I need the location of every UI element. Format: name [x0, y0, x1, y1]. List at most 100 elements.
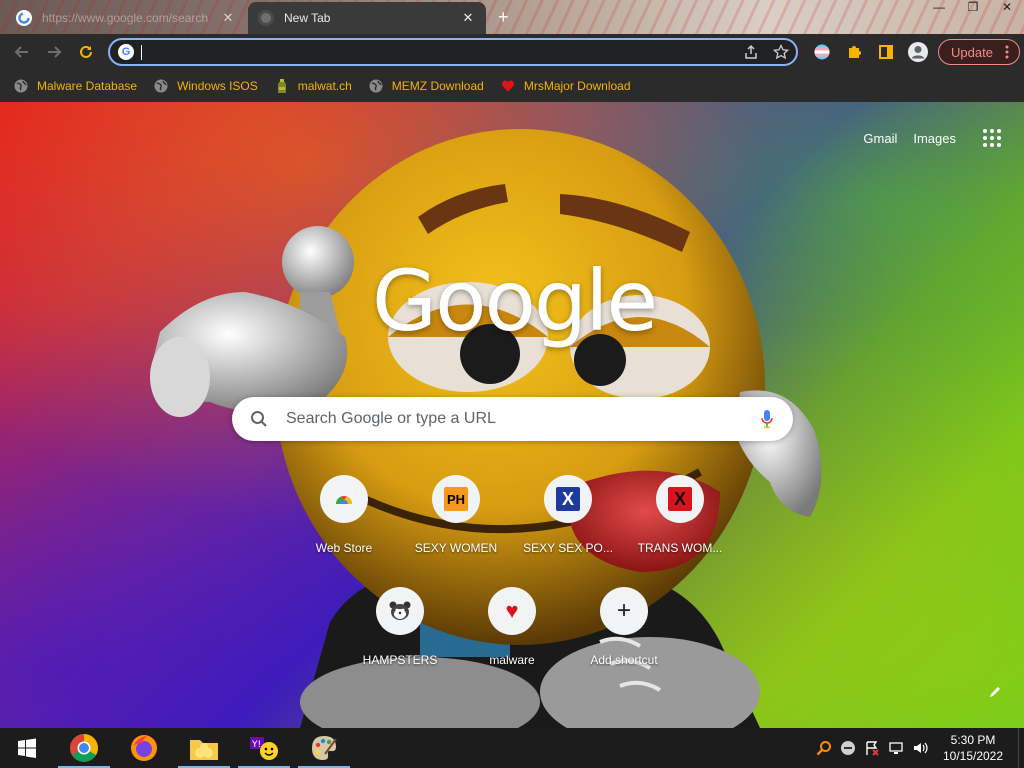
x-blue-icon: X: [544, 475, 592, 523]
shortcut-sexy-women[interactable]: PH SEXY WOMEN: [400, 475, 512, 587]
start-button[interactable]: [0, 728, 54, 768]
puzzle-icon: [849, 46, 861, 58]
extensions-button[interactable]: [838, 38, 870, 66]
customize-button[interactable]: [988, 685, 1002, 704]
bookmark-windows-isos[interactable]: Windows ISOS: [154, 79, 258, 93]
forward-button[interactable]: [38, 36, 70, 68]
search-tray-icon[interactable]: [812, 728, 836, 768]
shortcut-label: malware: [489, 653, 535, 667]
network-icon[interactable]: [884, 728, 908, 768]
google-g-icon: G: [118, 44, 134, 60]
taskbar-file-explorer[interactable]: [174, 728, 234, 768]
bookmark-memz-download[interactable]: MEMZ Download: [369, 79, 484, 93]
google-logo: Google: [372, 252, 658, 350]
share-icon: [745, 44, 757, 59]
microphone-icon[interactable]: [741, 409, 793, 429]
bookmark-label: MrsMajor Download: [523, 79, 631, 93]
shortcut-web-store[interactable]: Web Store: [288, 475, 400, 587]
tab-title: New Tab: [284, 11, 331, 25]
taskbar-firefox[interactable]: [114, 728, 174, 768]
tab-title: https://www.google.com/search: [42, 11, 209, 25]
taskbar-paint[interactable]: [294, 728, 354, 768]
back-button[interactable]: [6, 36, 38, 68]
x-red-icon: X: [656, 475, 704, 523]
arrow-left-icon: [14, 46, 28, 58]
tab-close-icon[interactable]: ✕: [220, 10, 236, 26]
bookmark-mrsmajor-download[interactable]: MrsMajor Download: [501, 79, 631, 93]
paint-icon: [312, 736, 337, 760]
shortcut-malware[interactable]: ♥ malware: [456, 587, 568, 699]
tab-new-tab[interactable]: New Tab ✕: [248, 2, 486, 34]
system-tray: 5:30 PM 10/15/2022: [812, 728, 1024, 768]
hamster-icon: [376, 587, 424, 635]
search-icon: [232, 410, 286, 428]
tab-google-search[interactable]: https://www.google.com/search ✕: [6, 2, 246, 34]
tab-strip: https://www.google.com/search ✕ New Tab …: [0, 0, 1024, 34]
text-caret: [141, 45, 142, 60]
add-shortcut-button[interactable]: + Add shortcut: [568, 587, 680, 699]
omnibox-input[interactable]: [144, 41, 736, 63]
tab-close-icon[interactable]: ✕: [460, 10, 476, 26]
globe-icon: [369, 79, 383, 93]
bookmark-malware-database[interactable]: Malware Database: [14, 79, 137, 93]
close-window-button[interactable]: ✕: [990, 0, 1024, 16]
show-desktop-button[interactable]: [1018, 728, 1024, 768]
update-button[interactable]: Update: [938, 39, 1020, 65]
new-tab-page: Gmail Images Google Web Store PH SEXY WO…: [0, 102, 1024, 728]
minus-circle-icon[interactable]: [836, 728, 860, 768]
pencil-icon: [990, 687, 1000, 697]
shortcut-hampsters[interactable]: HAMPSTERS: [344, 587, 456, 699]
heart-icon: [501, 79, 515, 93]
file-explorer-icon: [190, 740, 218, 760]
search-input[interactable]: [286, 410, 741, 428]
taskbar-yahoo-messenger[interactable]: Y!: [234, 728, 294, 768]
svg-text:Y!: Y!: [251, 740, 261, 750]
side-panel-button[interactable]: [870, 38, 902, 66]
flag-alert-icon[interactable]: [860, 728, 884, 768]
globe-icon: [154, 79, 168, 93]
share-button[interactable]: [736, 40, 766, 64]
taskbar-chrome[interactable]: [54, 728, 114, 768]
avatar-icon: [908, 42, 928, 62]
shortcut-label: Add shortcut: [590, 653, 658, 667]
profile-flag-button[interactable]: [806, 38, 838, 66]
side-panel-icon: [879, 45, 893, 59]
bookmark-star-button[interactable]: [766, 40, 796, 64]
shortcut-label: HAMPSTERS: [362, 653, 438, 667]
plus-icon: +: [600, 587, 648, 635]
reload-icon: [80, 45, 92, 58]
ph-icon: PH: [432, 475, 480, 523]
new-tab-button[interactable]: +: [498, 7, 509, 28]
webstore-icon: [320, 475, 368, 523]
arrow-right-icon: [48, 46, 62, 58]
firefox-icon: [131, 735, 157, 761]
bookmark-label: MEMZ Download: [391, 79, 484, 93]
windows-taskbar: Y! 5:30 PM 10/15/2022: [0, 728, 1024, 768]
maximize-button[interactable]: ❐: [956, 0, 990, 16]
bookmark-label: Malware Database: [37, 79, 138, 93]
volume-icon[interactable]: [908, 728, 932, 768]
apps-grid-icon[interactable]: [980, 126, 1004, 150]
shortcut-sexy-sex-po[interactable]: X SEXY SEX PO...: [512, 475, 624, 587]
profile-button[interactable]: [902, 38, 934, 66]
bookmark-label: malwat.ch: [297, 79, 352, 93]
shortcut-label: Web Store: [315, 541, 373, 555]
reload-button[interactable]: [70, 36, 102, 68]
top-links: Gmail Images: [863, 126, 1004, 150]
images-link[interactable]: Images: [913, 131, 956, 146]
address-bar[interactable]: G: [108, 38, 798, 66]
window-controls: — ❐ ✕: [922, 0, 1024, 16]
bottle-icon: [275, 79, 289, 93]
star-icon: [773, 44, 789, 60]
bookmark-malwatch[interactable]: malwat.ch: [275, 79, 352, 93]
gmail-link[interactable]: Gmail: [863, 131, 897, 146]
shortcut-trans-wom[interactable]: X TRANS WOM...: [624, 475, 736, 587]
bookmark-label: Windows ISOS: [177, 79, 258, 93]
google-search-box[interactable]: [232, 397, 793, 441]
clock[interactable]: 5:30 PM 10/15/2022: [938, 732, 1008, 764]
minimize-button[interactable]: —: [922, 0, 956, 16]
update-label: Update: [951, 44, 993, 60]
shortcut-label: TRANS WOM...: [637, 541, 723, 555]
windows-start-icon: [18, 738, 36, 758]
kebab-menu-icon: [1005, 45, 1009, 59]
